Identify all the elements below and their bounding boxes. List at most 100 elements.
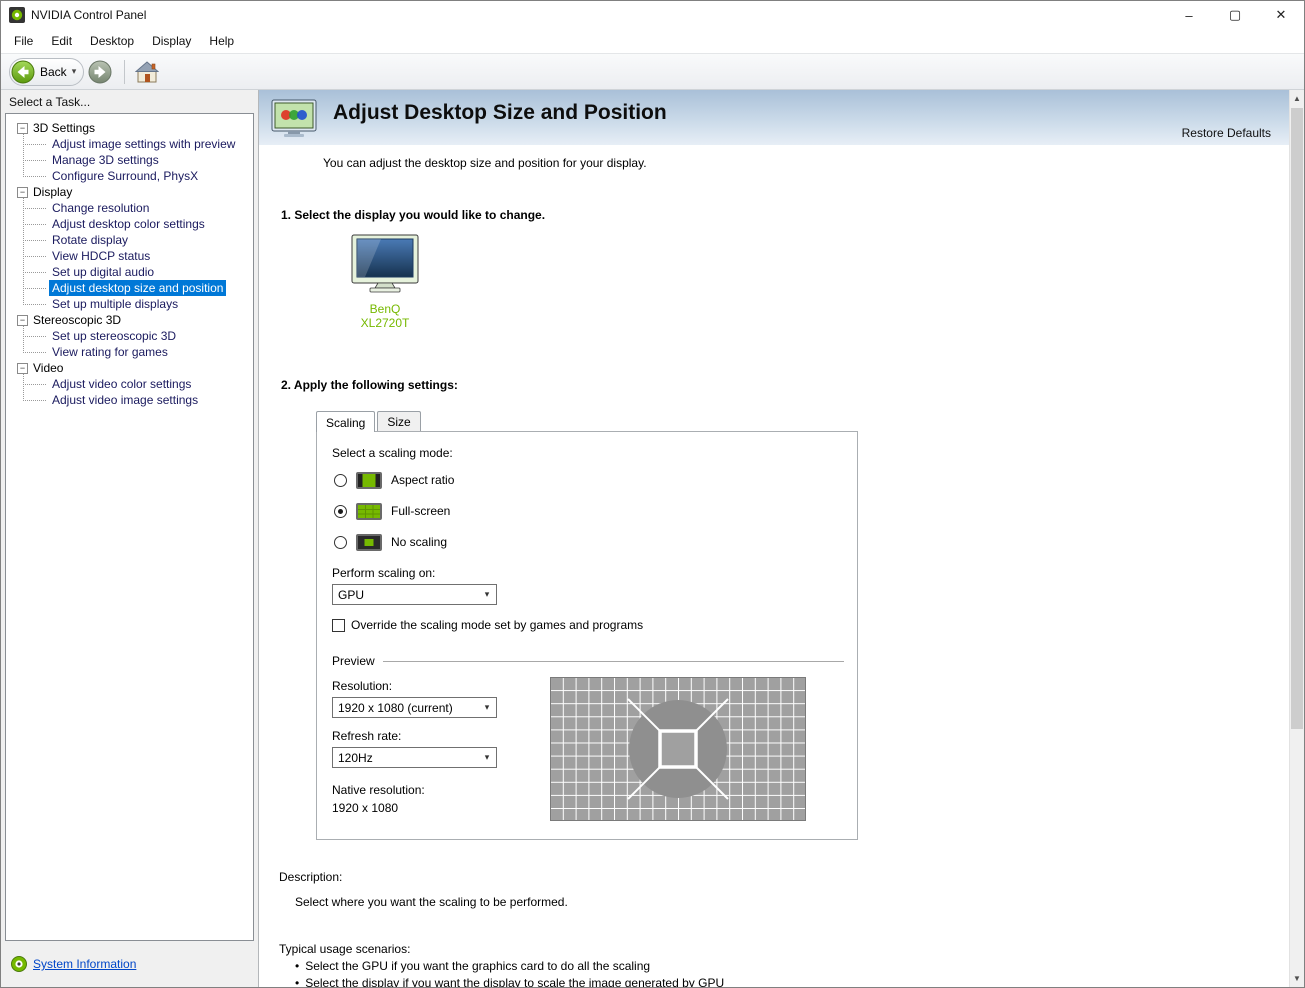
menu-file[interactable]: File [5,31,42,51]
chevron-down-icon[interactable]: ▾ [478,589,496,600]
step1-heading: 1. Select the display you would like to … [281,208,546,222]
sidebar-item-rotate-display[interactable]: Rotate display [23,232,251,248]
refresh-rate-dropdown[interactable]: 120Hz ▾ [332,747,497,768]
native-resolution-label: Native resolution: [332,783,425,797]
radio-no-scaling[interactable]: No scaling [334,531,857,553]
dropdown-value: GPU [338,587,365,602]
scrollbar-thumb[interactable] [1291,108,1303,730]
system-information-row: System Information [1,941,258,987]
radio-button[interactable] [334,535,347,549]
tab-scaling[interactable]: Scaling [316,411,376,432]
display-select-item[interactable]: BenQ XL2720T [349,234,421,330]
radio-aspect-ratio[interactable]: Aspect ratio [334,469,857,491]
group-label: 3D Settings [33,121,96,135]
checkbox-label: Override the scaling mode set by games a… [351,618,644,632]
window-title: NVIDIA Control Panel [31,8,147,22]
scaling-tab-panel: Select a scaling mode: Aspect ratio Full… [316,431,858,840]
vertical-scrollbar[interactable]: ▲ ▼ [1289,90,1304,987]
radio-full-screen[interactable]: Full-screen [334,500,857,522]
preview-label: Preview [332,654,375,668]
group-label: Video [33,361,64,375]
menu-edit[interactable]: Edit [42,31,81,51]
sidebar-group-video[interactable]: − Video [11,360,251,376]
bullet-icon: • [295,976,300,988]
aspect-ratio-mode-icon [356,471,382,489]
collapse-icon[interactable]: − [17,186,28,198]
tab-size[interactable]: Size [377,411,421,431]
dropdown-value: 1920 x 1080 (current) [338,700,453,715]
native-resolution-value: 1920 x 1080 [332,801,399,815]
scroll-up-button[interactable]: ▲ [1290,90,1304,107]
maximize-button[interactable]: ▢ [1212,1,1258,29]
step2-heading: 2. Apply the following settings: [281,378,458,392]
divider [382,660,844,662]
forward-button[interactable] [88,60,112,84]
title-bar: NVIDIA Control Panel – ▢ ✕ [1,1,1304,29]
maximize-icon: ▢ [1228,7,1242,22]
sidebar-item-adjust-desktop-size-position[interactable]: Adjust desktop size and position [23,280,251,296]
sidebar-item-manage-3d-settings[interactable]: Manage 3D settings [23,152,251,168]
full-screen-mode-icon [356,502,382,520]
sidebar-group-3d-settings[interactable]: − 3D Settings [11,120,251,136]
sidebar-group-stereoscopic-3d[interactable]: − Stereoscopic 3D [11,312,251,328]
home-button[interactable] [135,60,160,83]
page-content: You can adjust the desktop size and posi… [259,145,1289,987]
description-label: Description: [279,870,343,884]
home-icon [135,60,160,82]
sidebar-item-set-up-digital-audio[interactable]: Set up digital audio [23,264,251,280]
collapse-icon[interactable]: − [17,122,28,134]
minimize-icon: – [1185,7,1193,23]
scroll-down-button[interactable]: ▼ [1290,970,1304,987]
close-button[interactable]: ✕ [1258,1,1304,29]
restore-defaults-button[interactable]: Restore Defaults [1182,126,1271,140]
radio-label: Full-screen [391,504,451,518]
checkbox[interactable] [332,618,345,632]
task-sidebar: Select a Task... − 3D Settings Adjust im… [1,90,259,987]
sidebar-item-change-resolution[interactable]: Change resolution [23,200,251,216]
collapse-icon[interactable]: − [17,314,28,326]
bullet-icon: • [295,959,300,973]
nvidia-eye-icon [11,956,27,972]
sidebar-item-set-up-multiple-displays[interactable]: Set up multiple displays [23,296,251,312]
back-dropdown-icon[interactable]: ▾ [72,66,77,77]
monitor-icon [351,234,419,293]
back-button[interactable]: Back ▾ [9,57,85,86]
nvidia-control-panel-window: NVIDIA Control Panel – ▢ ✕ File Edit Des… [0,0,1305,988]
scenarios-label: Typical usage scenarios: [279,942,411,956]
sidebar-header: Select a Task... [9,95,91,109]
radio-button-checked[interactable] [334,504,347,518]
resolution-dropdown[interactable]: 1920 x 1080 (current) ▾ [332,697,497,718]
sidebar-item-adjust-video-image[interactable]: Adjust video image settings [23,392,251,408]
menu-desktop[interactable]: Desktop [81,31,143,51]
task-tree: − 3D Settings Adjust image settings with… [5,113,254,941]
menu-bar: File Edit Desktop Display Help [1,29,1304,53]
navigation-toolbar: Back ▾ [1,53,1304,90]
menu-help[interactable]: Help [200,31,243,51]
perform-scaling-dropdown[interactable]: GPU ▾ [332,584,497,605]
menu-display[interactable]: Display [143,31,200,51]
sidebar-item-adjust-image-settings[interactable]: Adjust image settings with preview [23,136,251,152]
system-information-link[interactable]: System Information [33,957,136,971]
scaling-preview-image [550,677,806,821]
minimize-button[interactable]: – [1166,1,1212,29]
chevron-down-icon[interactable]: ▾ [478,702,496,713]
nvidia-logo-icon [9,7,25,23]
override-scaling-checkbox-row[interactable]: Override the scaling mode set by games a… [332,618,857,632]
radio-label: Aspect ratio [391,473,455,487]
page-header: Adjust Desktop Size and Position Restore… [259,90,1289,145]
sidebar-item-view-hdcp-status[interactable]: View HDCP status [23,248,251,264]
sidebar-item-adjust-desktop-color[interactable]: Adjust desktop color settings [23,216,251,232]
chevron-down-icon[interactable]: ▾ [478,752,496,763]
sidebar-item-adjust-video-color[interactable]: Adjust video color settings [23,376,251,392]
scrollbar-track[interactable] [1290,107,1304,970]
sidebar-group-display[interactable]: − Display [11,184,251,200]
radio-button[interactable] [334,473,347,487]
sidebar-item-view-rating-for-games[interactable]: View rating for games [23,344,251,360]
refresh-rate-label: Refresh rate: [332,729,402,743]
close-icon: ✕ [1275,7,1287,22]
sidebar-item-set-up-stereoscopic-3d[interactable]: Set up stereoscopic 3D [23,328,251,344]
collapse-icon[interactable]: − [17,362,28,374]
sidebar-item-configure-surround-physx[interactable]: Configure Surround, PhysX [23,168,251,184]
perform-scaling-label: Perform scaling on: [332,566,436,580]
description-text: Select where you want the scaling to be … [295,895,568,909]
